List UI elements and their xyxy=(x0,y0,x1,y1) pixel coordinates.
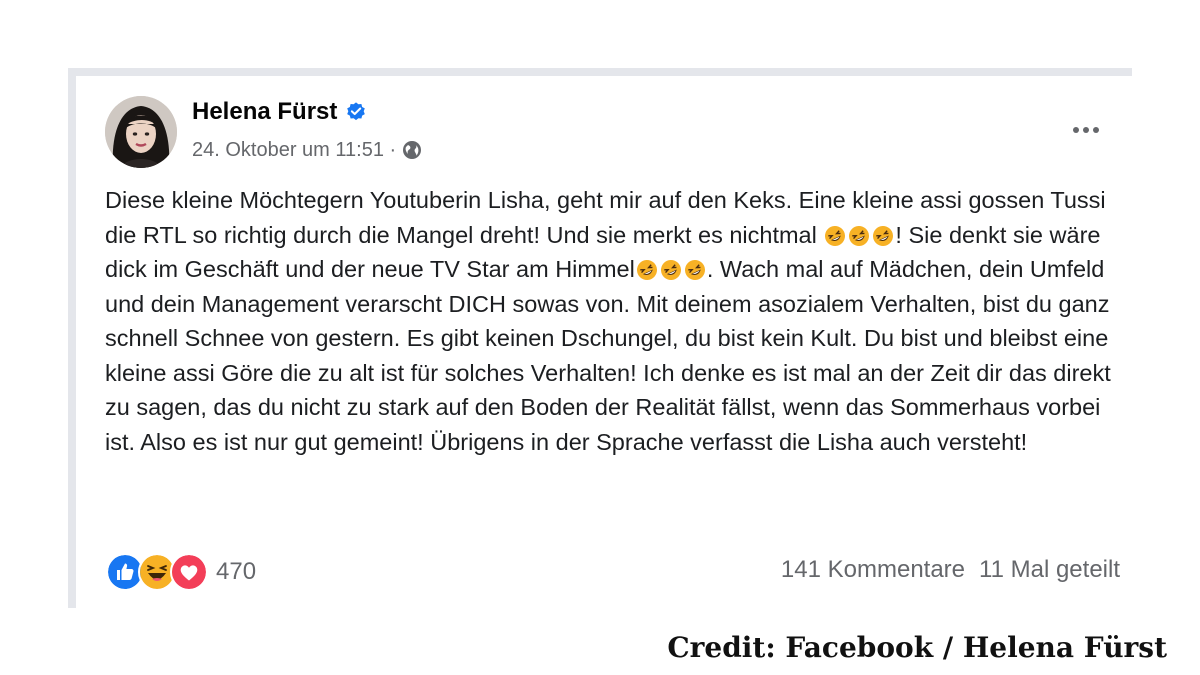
rolling-on-floor-laughing-emoji xyxy=(684,260,705,280)
rolling-on-floor-laughing-emoji xyxy=(636,260,657,280)
post-header: Helena Fürst xyxy=(192,96,367,128)
image-credit: Credit: Facebook / Helena Fürst xyxy=(667,631,1167,664)
author-name[interactable]: Helena Fürst xyxy=(192,96,337,128)
more-options-icon[interactable] xyxy=(1066,116,1106,144)
engagement-stats: 141 Kommentare 11 Mal geteilt xyxy=(781,553,1120,587)
globe-icon xyxy=(403,141,422,159)
rolling-on-floor-laughing-emoji xyxy=(873,225,894,246)
rolling-on-floor-laughing-emoji xyxy=(660,260,681,280)
reactions-summary[interactable]: 470 xyxy=(106,553,256,591)
author-avatar[interactable] xyxy=(105,96,177,168)
rolling-on-floor-laughing-emoji xyxy=(825,225,846,246)
verified-badge-icon xyxy=(347,102,366,121)
post-timestamp[interactable]: 24. Oktober um 11:51 · xyxy=(192,136,396,164)
love-reaction-icon xyxy=(170,553,208,591)
reaction-count[interactable]: 470 xyxy=(216,555,256,589)
shares-count[interactable]: 11 Mal geteilt xyxy=(979,553,1120,587)
post-text: Diese kleine Möchtegern Youtuberin Lisha… xyxy=(105,183,1125,459)
more-dot xyxy=(1083,127,1089,133)
post-text-part-3: . Wach mal auf Mädchen, dein Umfeld und … xyxy=(105,256,1111,455)
more-dot xyxy=(1073,127,1079,133)
post-meta: 24. Oktober um 11:51 · xyxy=(192,136,422,164)
more-dot xyxy=(1093,127,1099,133)
rolling-on-floor-laughing-emoji xyxy=(849,225,870,246)
comments-count[interactable]: 141 Kommentare xyxy=(781,553,965,587)
